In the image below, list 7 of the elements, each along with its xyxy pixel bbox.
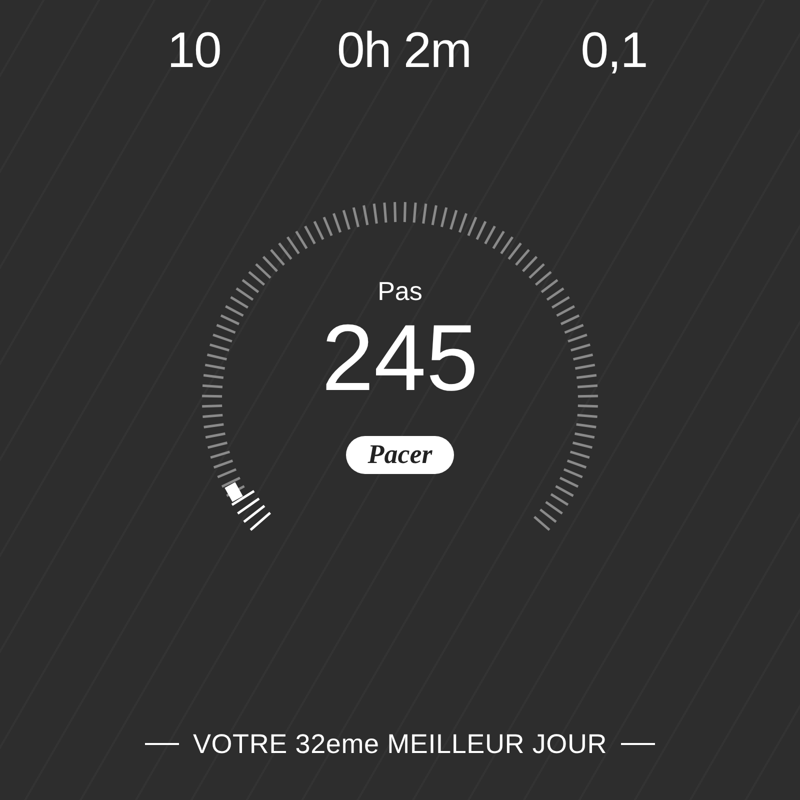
logo: Pacer [346,436,454,474]
step-count: 245 [322,308,478,408]
stat-value: 0h 2m [336,21,472,80]
footer-text: VOTRE 32eme MEILLEUR JOUR [192,728,608,760]
gauge-label: Pas [378,276,422,306]
stat-value: 0,1 [580,21,648,80]
stat-value: 10 [166,21,222,80]
